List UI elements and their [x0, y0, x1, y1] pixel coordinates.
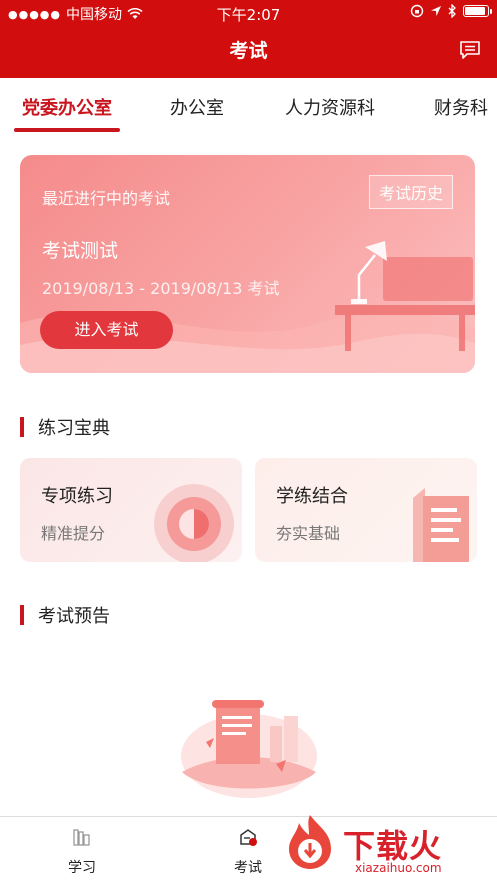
status-right	[410, 4, 492, 18]
tab-finance[interactable]: 财务科	[434, 94, 488, 120]
watermark-logo: 下载火 xiazaihuo.com	[279, 809, 489, 879]
battery-icon	[463, 5, 492, 17]
flame-logo-icon	[289, 815, 331, 869]
rotation-lock-icon	[410, 4, 424, 18]
target-icon	[154, 484, 234, 562]
page-title: 考试	[229, 40, 268, 62]
message-icon[interactable]	[459, 40, 481, 60]
tab-exam[interactable]: 考试	[208, 817, 288, 883]
section-marker	[20, 417, 24, 437]
exam-icon	[240, 829, 257, 846]
practice-section-title: 练习宝典	[38, 418, 110, 439]
special-practice-subtitle: 精准提分	[41, 524, 106, 543]
desk-lamp-illustration	[335, 241, 475, 351]
tab-learn-label: 学习	[68, 860, 96, 876]
enter-exam-button[interactable]: 进入考试	[40, 311, 173, 349]
section-marker	[20, 605, 24, 625]
practice-section-header: 练习宝典	[20, 416, 110, 439]
active-tab-indicator	[14, 128, 120, 132]
tab-hr[interactable]: 人力资源科	[285, 94, 375, 120]
watermark-url: xiazaihuo.com	[355, 861, 442, 875]
location-icon	[431, 6, 441, 16]
tab-exam-label: 考试	[234, 860, 262, 876]
learn-practice-title: 学练结合	[276, 486, 348, 507]
document-icon	[413, 488, 469, 562]
tab-office[interactable]: 办公室	[170, 94, 224, 120]
top-bar: ●●●●● 中国移动 下午2:07 考试	[0, 0, 497, 78]
exam-name: 考试测试	[42, 240, 119, 262]
bluetooth-icon	[448, 4, 456, 18]
learn-practice-subtitle: 夯实基础	[276, 524, 341, 543]
forecast-section-title: 考试预告	[38, 606, 110, 627]
books-icon	[73, 829, 90, 846]
tab-party-office[interactable]: 党委办公室	[22, 94, 112, 120]
scroll-illustration	[181, 700, 317, 798]
recent-exam-label: 最近进行中的考试	[42, 189, 171, 208]
special-practice-title: 专项练习	[41, 486, 113, 507]
recent-exam-card: 最近进行中的考试 考试历史 考试测试 2019/08/13 - 2019/08/…	[20, 155, 475, 373]
exam-history-button[interactable]: 考试历史	[368, 175, 453, 209]
learn-practice-card[interactable]: 学练结合 夯实基础	[255, 458, 477, 562]
tab-learn[interactable]: 学习	[42, 817, 122, 883]
exam-date: 2019/08/13 - 2019/08/13 考试	[42, 279, 280, 298]
status-bar: ●●●●● 中国移动 下午2:07	[0, 0, 497, 26]
forecast-section-header: 考试预告	[20, 604, 110, 627]
special-practice-card[interactable]: 专项练习 精准提分	[20, 458, 242, 562]
